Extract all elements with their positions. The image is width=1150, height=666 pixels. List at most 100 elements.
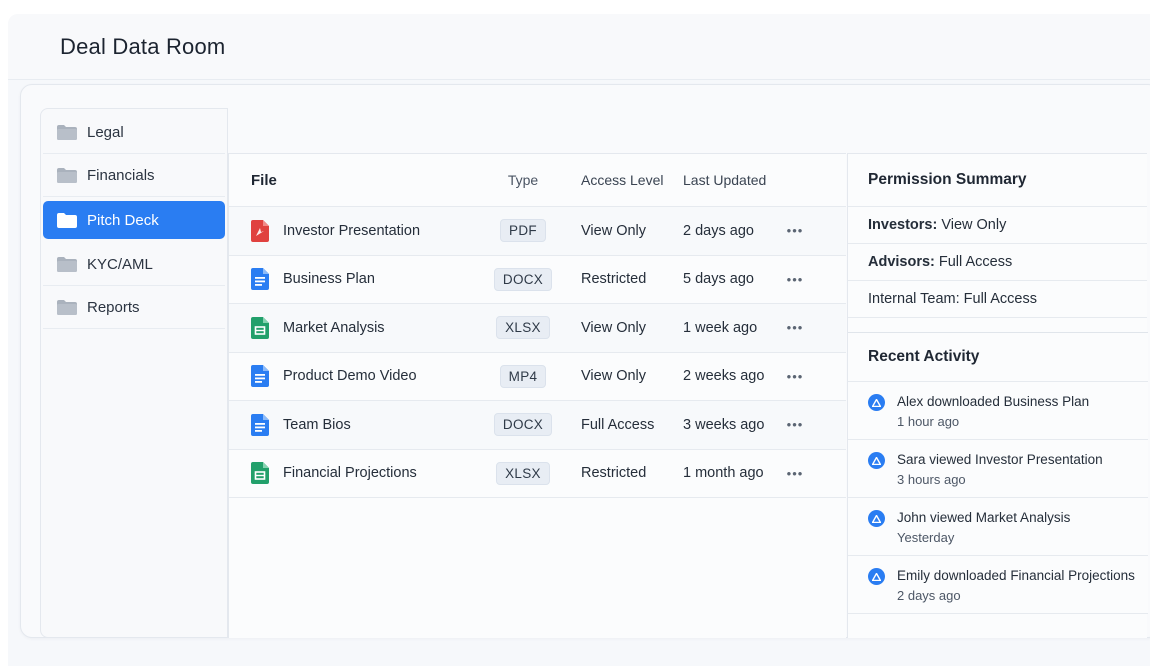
doc-icon bbox=[251, 268, 269, 291]
last-updated: 1 month ago bbox=[683, 465, 764, 482]
activity-icon bbox=[868, 568, 885, 585]
activity-item: Emily downloaded Financial Projections 2 … bbox=[848, 556, 1148, 614]
folder-icon bbox=[57, 167, 77, 183]
file-name[interactable]: Business Plan bbox=[283, 271, 375, 287]
sidebar-item-legal[interactable]: Legal bbox=[43, 111, 225, 154]
pdf-icon bbox=[251, 219, 269, 242]
sidebar-item-label: Pitch Deck bbox=[87, 211, 159, 229]
page-title: Deal Data Room bbox=[60, 33, 226, 59]
more-options-icon[interactable]: ••• bbox=[775, 369, 815, 384]
type-cell: XLSX bbox=[487, 461, 559, 485]
window-header: Deal Data Room bbox=[8, 14, 1150, 80]
sheet-icon bbox=[251, 316, 269, 339]
activity-icon bbox=[868, 510, 885, 527]
column-header-updated[interactable]: Last Updated bbox=[675, 172, 775, 188]
activity-text: Emily downloaded Financial Projections bbox=[897, 568, 1135, 583]
permission-value: Internal Team: Full Access bbox=[868, 291, 1037, 307]
column-header-access[interactable]: Access Level bbox=[559, 172, 675, 188]
table-row[interactable]: Product Demo Video MP4 View Only 2 weeks ag… bbox=[229, 353, 846, 401]
type-cell: PDF bbox=[487, 219, 559, 243]
file-type-badge: XLSX bbox=[496, 316, 550, 340]
sidebar-item-label: Reports bbox=[87, 298, 140, 316]
file-cell: Team Bios bbox=[229, 413, 487, 436]
file-cell: Market Analysis bbox=[229, 316, 487, 339]
recent-activity: Recent Activity Alex downloaded Business… bbox=[848, 332, 1148, 614]
activity-icon bbox=[868, 394, 885, 411]
access-level: Restricted bbox=[581, 465, 647, 482]
permission-role: Advisors: bbox=[868, 254, 935, 270]
data-room-card: Legal Financials Pitch Deck KYC/AML Repo… bbox=[20, 84, 1150, 638]
type-cell: XLSX bbox=[487, 316, 559, 340]
file-type-badge: MP4 bbox=[499, 364, 547, 388]
sidebar-item-label: Financials bbox=[87, 166, 155, 184]
access-level: View Only bbox=[581, 368, 647, 385]
file-name[interactable]: Product Demo Video bbox=[283, 368, 417, 384]
last-updated: 5 days ago bbox=[683, 271, 754, 288]
sheet-icon bbox=[251, 462, 269, 485]
folder-sidebar: Legal Financials Pitch Deck KYC/AML Repo… bbox=[40, 108, 228, 638]
file-name[interactable]: Team Bios bbox=[283, 417, 351, 433]
table-row[interactable]: Market Analysis XLSX View Only 1 week ago ••… bbox=[229, 304, 846, 353]
access-level: View Only bbox=[581, 222, 647, 239]
file-cell: Financial Projections bbox=[229, 462, 487, 485]
column-header-file[interactable]: File bbox=[229, 172, 487, 189]
doc-icon bbox=[251, 413, 269, 436]
permission-value: View Only bbox=[941, 217, 1007, 233]
file-name[interactable]: Investor Presentation bbox=[283, 223, 420, 239]
file-cell: Investor Presentation bbox=[229, 219, 487, 242]
file-type-badge: XLSX bbox=[496, 461, 550, 485]
activity-icon bbox=[868, 452, 885, 469]
recent-activity-title: Recent Activity bbox=[848, 333, 1148, 382]
table-row[interactable]: Team Bios DOCX Full Access 3 weeks ago ••• bbox=[229, 401, 846, 450]
file-type-badge: DOCX bbox=[493, 267, 553, 291]
last-updated: 2 days ago bbox=[683, 222, 754, 239]
permission-summary-title: Permission Summary bbox=[848, 154, 1147, 207]
access-level: Restricted bbox=[581, 271, 647, 288]
folder-icon bbox=[57, 256, 77, 272]
info-panel: Permission Summary Investors: View Only … bbox=[847, 153, 1148, 638]
file-name[interactable]: Market Analysis bbox=[283, 320, 385, 336]
more-options-icon[interactable]: ••• bbox=[775, 223, 815, 238]
permission-row: Investors: View Only bbox=[848, 207, 1147, 244]
permission-row: Advisors: Full Access bbox=[848, 244, 1147, 281]
more-options-icon[interactable]: ••• bbox=[775, 466, 815, 481]
permission-row: Internal Team: Full Access bbox=[848, 281, 1147, 318]
type-cell: DOCX bbox=[487, 413, 559, 437]
type-cell: DOCX bbox=[487, 267, 559, 291]
more-options-icon[interactable]: ••• bbox=[775, 320, 815, 335]
table-row[interactable]: Investor Presentation PDF View Only 2 days … bbox=[229, 207, 846, 256]
file-type-badge: PDF bbox=[500, 219, 546, 243]
sidebar-item-kyc-aml[interactable]: KYC/AML bbox=[43, 243, 225, 286]
more-options-icon[interactable]: ••• bbox=[775, 272, 815, 287]
type-cell: MP4 bbox=[487, 364, 559, 388]
sidebar-item-reports[interactable]: Reports bbox=[43, 286, 225, 329]
activity-time: 3 hours ago bbox=[897, 472, 966, 487]
activity-text: Sara viewed Investor Presentation bbox=[897, 452, 1103, 467]
activity-text: John viewed Market Analysis bbox=[897, 510, 1071, 525]
activity-time: Yesterday bbox=[897, 530, 955, 545]
activity-time: 2 days ago bbox=[897, 588, 961, 603]
file-type-badge: DOCX bbox=[493, 413, 553, 437]
sidebar-item-financials[interactable]: Financials bbox=[43, 154, 225, 197]
file-name[interactable]: Financial Projections bbox=[283, 465, 417, 481]
folder-icon bbox=[57, 212, 77, 228]
table-row[interactable]: Financial Projections XLSX Restricted 1 mon… bbox=[229, 450, 846, 498]
folder-icon bbox=[57, 124, 77, 140]
activity-time: 1 hour ago bbox=[897, 414, 960, 429]
sidebar-item-label: Legal bbox=[87, 123, 124, 141]
table-row[interactable]: Business Plan DOCX Restricted 5 days ago ••• bbox=[229, 256, 846, 304]
file-cell: Business Plan bbox=[229, 268, 487, 291]
file-table: File Type Access Level Last Updated Inve… bbox=[228, 153, 846, 638]
last-updated: 3 weeks ago bbox=[683, 416, 765, 433]
sidebar-item-pitch-deck[interactable]: Pitch Deck bbox=[43, 201, 225, 239]
permission-role: Investors: bbox=[868, 217, 938, 233]
access-level: View Only bbox=[581, 319, 647, 336]
more-options-icon[interactable]: ••• bbox=[775, 417, 815, 432]
sidebar-item-label: KYC/AML bbox=[87, 255, 153, 273]
activity-text: Alex downloaded Business Plan bbox=[897, 394, 1090, 409]
folder-icon bbox=[57, 299, 77, 315]
table-header: File Type Access Level Last Updated bbox=[229, 154, 846, 207]
last-updated: 2 weeks ago bbox=[683, 368, 765, 385]
column-header-type[interactable]: Type bbox=[487, 172, 559, 188]
access-level: Full Access bbox=[581, 416, 655, 433]
